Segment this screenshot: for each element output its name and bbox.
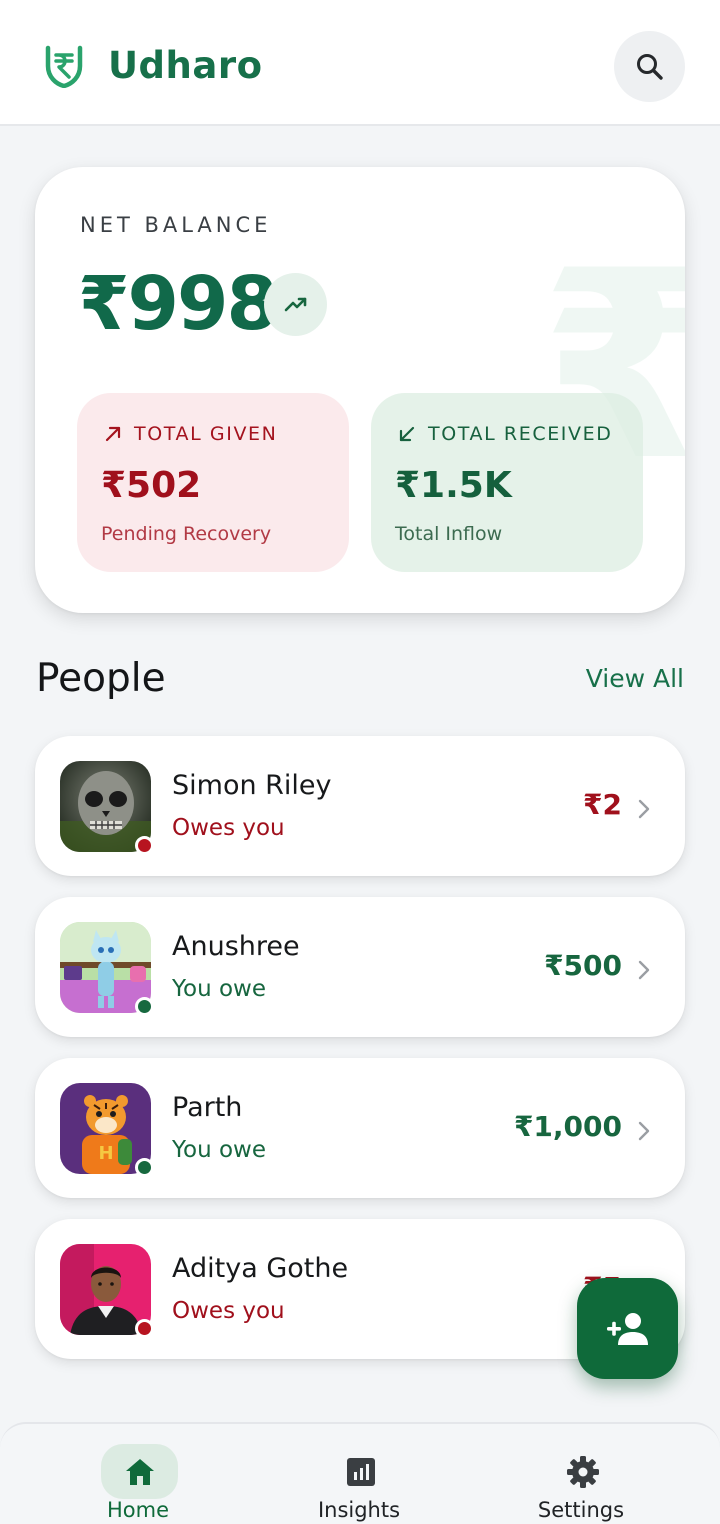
person-card-parth[interactable]: H Parth You owe ₹1,000	[35, 1058, 685, 1198]
rupee-shield-icon	[45, 45, 83, 88]
status-dot	[135, 1158, 154, 1177]
person-card-anushree[interactable]: Anushree You owe ₹500	[35, 897, 685, 1037]
person-amount: ₹500	[544, 949, 622, 982]
add-person-button[interactable]	[577, 1278, 678, 1379]
total-given-subtitle: Pending Recovery	[101, 523, 272, 545]
chevron-right-icon	[638, 1121, 650, 1141]
total-given-value: ₹502	[101, 465, 202, 506]
total-received-box: TOTAL RECEIVED ₹1.5K Total Inflow	[371, 393, 643, 572]
nav-insights-label: Insights	[317, 1498, 401, 1522]
person-name: Aditya Gothe	[172, 1253, 349, 1284]
search-button[interactable]	[614, 31, 685, 102]
person-status: Owes you	[172, 815, 285, 841]
status-dot	[135, 997, 154, 1016]
nav-settings-icon-wrap	[544, 1444, 621, 1499]
search-icon	[636, 53, 663, 80]
nav-insights-icon-wrap	[322, 1444, 399, 1499]
nav-insights[interactable]: Insights	[279, 1424, 439, 1524]
home-icon	[125, 1458, 154, 1485]
person-amount: ₹2	[583, 788, 622, 821]
people-section-title: People	[36, 656, 166, 701]
person-name: Simon Riley	[172, 770, 332, 801]
net-balance-label: NET BALANCE	[80, 213, 272, 237]
chevron-right-icon	[638, 960, 650, 980]
chevron-right-icon	[638, 799, 650, 819]
net-balance-amount: ₹998	[78, 261, 278, 347]
trend-badge	[264, 273, 327, 336]
total-given-box: TOTAL GIVEN ₹502 Pending Recovery	[77, 393, 349, 572]
person-name: Parth	[172, 1092, 243, 1123]
app-root: Udharo ₹ NET BALANCE ₹998 TOTAL GIVEN ₹5…	[0, 0, 720, 1524]
view-all-link[interactable]: View All	[586, 664, 684, 693]
total-received-subtitle: Total Inflow	[395, 523, 503, 545]
app-title: Udharo	[108, 44, 263, 87]
top-app-bar: Udharo	[0, 0, 720, 126]
person-status: You owe	[172, 1137, 266, 1163]
status-dot	[135, 836, 154, 855]
nav-home-indicator	[101, 1444, 178, 1499]
person-status: You owe	[172, 976, 266, 1002]
svg-text:H: H	[98, 1143, 113, 1164]
total-given-header: TOTAL GIVEN	[104, 423, 277, 445]
total-received-label: TOTAL RECEIVED	[428, 423, 613, 445]
total-received-header: TOTAL RECEIVED	[398, 423, 612, 445]
nav-settings-label: Settings	[537, 1498, 625, 1522]
arrow-down-left-icon	[399, 426, 415, 442]
add-person-icon	[606, 1312, 648, 1345]
trending-up-icon	[284, 297, 306, 311]
status-dot	[135, 1319, 154, 1338]
person-name: Anushree	[172, 931, 300, 962]
nav-settings[interactable]: Settings	[501, 1424, 661, 1524]
total-given-label: TOTAL GIVEN	[134, 423, 278, 445]
arrow-up-right-icon	[105, 426, 121, 442]
bottom-navigation: Home Insights Settings	[0, 1422, 720, 1524]
nav-home-label: Home	[106, 1498, 169, 1522]
nav-home[interactable]: Home	[58, 1424, 218, 1524]
person-card-simon-riley[interactable]: Simon Riley Owes you ₹2	[35, 736, 685, 876]
person-amount: ₹1,000	[513, 1110, 622, 1143]
total-received-value: ₹1.5K	[395, 465, 512, 506]
net-balance-card: ₹ NET BALANCE ₹998 TOTAL GIVEN ₹502 Pend…	[35, 167, 685, 613]
person-status: Owes you	[172, 1298, 285, 1324]
gear-icon	[566, 1455, 599, 1488]
insights-chart-icon	[346, 1457, 375, 1486]
